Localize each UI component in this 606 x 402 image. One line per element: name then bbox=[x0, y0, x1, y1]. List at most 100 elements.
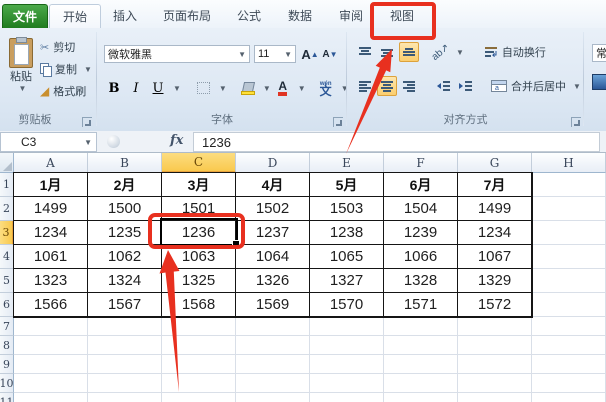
cell-D5[interactable]: 1326 bbox=[236, 269, 310, 293]
font-family-combo[interactable]: 微软雅黑 ▼ bbox=[104, 45, 250, 63]
cell-D2[interactable]: 1502 bbox=[236, 197, 310, 221]
cell-G3[interactable]: 1234 bbox=[458, 221, 532, 245]
cell-C9[interactable] bbox=[162, 355, 236, 374]
cell-B7[interactable] bbox=[88, 317, 162, 336]
cell-E2[interactable]: 1503 bbox=[310, 197, 384, 221]
underline-button[interactable]: U bbox=[148, 78, 168, 98]
cell-H5[interactable] bbox=[532, 269, 606, 293]
column-header-B[interactable]: B bbox=[88, 153, 162, 173]
cell-G1[interactable]: 7月 bbox=[458, 173, 532, 197]
cell-D3[interactable]: 1237 bbox=[236, 221, 310, 245]
cell-E9[interactable] bbox=[310, 355, 384, 374]
cell-H9[interactable] bbox=[532, 355, 606, 374]
cell-B4[interactable]: 1062 bbox=[88, 245, 162, 269]
cell-C10[interactable] bbox=[162, 374, 236, 393]
merge-center-button[interactable]: a 合并后居中 ▼ bbox=[489, 77, 583, 95]
align-right-button[interactable] bbox=[399, 76, 419, 96]
cell-H3[interactable] bbox=[532, 221, 606, 245]
row-header-2[interactable]: 2 bbox=[0, 197, 14, 221]
cell-E1[interactable]: 5月 bbox=[310, 173, 384, 197]
format-painter-button[interactable]: ◢ 格式刷 bbox=[38, 82, 94, 100]
fill-color-dropdown-arrow[interactable]: ▼ bbox=[263, 84, 271, 93]
cell-A7[interactable] bbox=[14, 317, 88, 336]
tab-insert[interactable]: 插入 bbox=[100, 4, 150, 28]
cell-H8[interactable] bbox=[532, 336, 606, 355]
cell-E7[interactable] bbox=[310, 317, 384, 336]
cell-F8[interactable] bbox=[384, 336, 458, 355]
row-header-11[interactable]: 11 bbox=[0, 393, 14, 402]
row-header-9[interactable]: 9 bbox=[0, 355, 14, 374]
cell-D11[interactable] bbox=[236, 393, 310, 402]
cell-G4[interactable]: 1067 bbox=[458, 245, 532, 269]
cell-C11[interactable] bbox=[162, 393, 236, 402]
tab-review[interactable]: 审阅 bbox=[326, 4, 376, 28]
cell-H1[interactable] bbox=[532, 173, 606, 197]
cell-F4[interactable]: 1066 bbox=[384, 245, 458, 269]
cell-H2[interactable] bbox=[532, 197, 606, 221]
select-all-corner[interactable] bbox=[0, 153, 14, 173]
borders-dropdown-arrow[interactable]: ▼ bbox=[219, 84, 227, 93]
orientation-dropdown-arrow[interactable]: ▼ bbox=[456, 48, 464, 57]
cell-D8[interactable] bbox=[236, 336, 310, 355]
align-top-button[interactable] bbox=[355, 42, 375, 62]
cell-C7[interactable] bbox=[162, 317, 236, 336]
paste-dropdown-arrow[interactable]: ▼ bbox=[7, 84, 38, 93]
cell-H7[interactable] bbox=[532, 317, 606, 336]
cell-C6[interactable]: 1568 bbox=[162, 293, 236, 317]
underline-dropdown-arrow[interactable]: ▼ bbox=[173, 84, 181, 93]
cell-D1[interactable]: 4月 bbox=[236, 173, 310, 197]
decrease-indent-button[interactable] bbox=[433, 76, 453, 96]
cell-H10[interactable] bbox=[532, 374, 606, 393]
grow-font-button[interactable]: A ▲ bbox=[300, 44, 320, 64]
cell-A4[interactable]: 1061 bbox=[14, 245, 88, 269]
cell-C3[interactable]: 1236 bbox=[162, 221, 236, 245]
cell-A5[interactable]: 1323 bbox=[14, 269, 88, 293]
row-header-1[interactable]: 1 bbox=[0, 173, 14, 197]
row-header-5[interactable]: 5 bbox=[0, 269, 14, 293]
cell-C1[interactable]: 3月 bbox=[162, 173, 236, 197]
cell-D4[interactable]: 1064 bbox=[236, 245, 310, 269]
cell-G5[interactable]: 1329 bbox=[458, 269, 532, 293]
phonetic-button[interactable]: wén 文 bbox=[316, 78, 336, 98]
cell-C8[interactable] bbox=[162, 336, 236, 355]
align-middle-button[interactable] bbox=[377, 42, 397, 62]
cell-B8[interactable] bbox=[88, 336, 162, 355]
cell-E11[interactable] bbox=[310, 393, 384, 402]
number-format-combo[interactable]: 常 bbox=[592, 44, 606, 62]
font-color-dropdown-arrow[interactable]: ▼ bbox=[298, 84, 306, 93]
row-header-4[interactable]: 4 bbox=[0, 245, 14, 269]
cell-C2[interactable]: 1501 bbox=[162, 197, 236, 221]
cell-A8[interactable] bbox=[14, 336, 88, 355]
row-header-6[interactable]: 6 bbox=[0, 293, 14, 317]
cell-B9[interactable] bbox=[88, 355, 162, 374]
copy-button[interactable]: 复制 ▼ bbox=[38, 60, 94, 78]
wrap-text-button[interactable]: 自动换行 bbox=[482, 43, 548, 61]
cell-B10[interactable] bbox=[88, 374, 162, 393]
column-header-D[interactable]: D bbox=[236, 153, 310, 173]
cell-G2[interactable]: 1499 bbox=[458, 197, 532, 221]
cell-B5[interactable]: 1324 bbox=[88, 269, 162, 293]
fill-color-button[interactable] bbox=[238, 78, 258, 98]
column-header-F[interactable]: F bbox=[384, 153, 458, 173]
cell-G8[interactable] bbox=[458, 336, 532, 355]
cell-G9[interactable] bbox=[458, 355, 532, 374]
insert-function-button[interactable]: fx bbox=[170, 133, 183, 148]
row-header-3[interactable]: 3 bbox=[0, 221, 14, 245]
cell-E5[interactable]: 1327 bbox=[310, 269, 384, 293]
cell-E8[interactable] bbox=[310, 336, 384, 355]
cell-A10[interactable] bbox=[14, 374, 88, 393]
name-box[interactable]: C3 ▼ bbox=[0, 132, 97, 152]
cell-B3[interactable]: 1235 bbox=[88, 221, 162, 245]
row-header-10[interactable]: 10 bbox=[0, 374, 14, 393]
row-header-8[interactable]: 8 bbox=[0, 336, 14, 355]
cell-E6[interactable]: 1570 bbox=[310, 293, 384, 317]
cell-D6[interactable]: 1569 bbox=[236, 293, 310, 317]
alignment-dialog-launcher[interactable] bbox=[571, 117, 581, 127]
cell-D7[interactable] bbox=[236, 317, 310, 336]
orientation-button[interactable]: ab↗ bbox=[430, 42, 452, 63]
cell-B1[interactable]: 2月 bbox=[88, 173, 162, 197]
cell-G6[interactable]: 1572 bbox=[458, 293, 532, 317]
cell-G11[interactable] bbox=[458, 393, 532, 402]
formula-input[interactable]: 1236 bbox=[193, 132, 600, 152]
shrink-font-button[interactable]: A ▼ bbox=[320, 44, 340, 64]
